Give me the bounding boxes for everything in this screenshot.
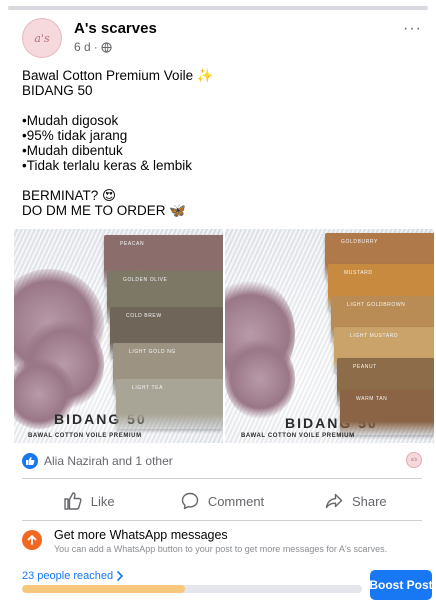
post-bullet: •95% tidak jarang	[22, 128, 128, 143]
product-photo-left[interactable]: PEACAN GOLDEN OLIVE COLD BREW LIGHT GOLD NG…	[14, 229, 223, 443]
reach-progress-bar	[22, 585, 362, 593]
boost-post-button[interactable]: Boost Post	[369, 570, 433, 600]
post-time[interactable]: 6 d	[74, 40, 91, 54]
share-icon	[325, 493, 343, 509]
thumbs-up-icon	[64, 492, 82, 510]
page-name[interactable]: A's scarves	[74, 20, 157, 37]
meta-separator: ·	[93, 40, 98, 54]
post-actions: Like Comment Share	[22, 486, 422, 516]
whatsapp-promo[interactable]: Get more WhatsApp messages You can add a…	[22, 528, 422, 558]
like-button[interactable]: Like	[22, 486, 155, 516]
swatch-label: GOLDBURRY	[341, 239, 378, 245]
people-reached-link[interactable]: 23 people reached	[22, 570, 124, 582]
reach-progress-fill	[22, 585, 186, 593]
share-label: Share	[351, 493, 387, 509]
swatch-label: WARM TAN	[356, 395, 388, 402]
swatch-label: PEANUT	[353, 364, 377, 371]
fabric-stack: PEACAN GOLDEN OLIVE COLD BREW LIGHT GOLD NG…	[104, 235, 223, 429]
post-text-line: BIDANG 50	[22, 83, 93, 98]
divider	[22, 520, 422, 521]
like-label: Like	[90, 493, 115, 509]
post-cta: DO DM ME TO ORDER 🦋	[22, 203, 187, 218]
comment-icon	[181, 492, 199, 510]
photo-subtitle: BAWAL COTTON VOILE PREMIUM	[28, 433, 142, 439]
promo-title: Get more WhatsApp messages	[54, 528, 228, 542]
post-photos: PEACAN GOLDEN OLIVE COLD BREW LIGHT GOLD NG…	[14, 229, 434, 443]
swatch-label: LIGHT MUSTARD	[350, 333, 399, 339]
post-text: Bawal Cotton Premium Voile ✨ BIDANG 50 •…	[22, 68, 422, 218]
divider	[22, 478, 422, 479]
reactor-avatar[interactable]: a's	[406, 452, 422, 468]
page-avatar[interactable]: a's	[22, 18, 62, 58]
arrow-up-icon	[22, 530, 42, 550]
fabric-stack: GOLDBURRY MUSTARD LIGHT GOLDBROWN LIGHT MUS…	[325, 233, 434, 435]
more-options-icon[interactable]: ···	[403, 20, 422, 38]
post-bullet: •Tidak terlalu keras & lembik	[22, 158, 193, 173]
comment-label: Comment	[207, 493, 265, 509]
chevron-right-icon	[117, 571, 124, 581]
swatch-label: LIGHT GOLDBROWN	[347, 301, 406, 308]
swatch-label: COLD BREW	[126, 313, 162, 319]
swatch-label: MUSTARD	[344, 270, 373, 277]
globe-icon	[101, 41, 112, 53]
swatch-label: LIGHT GOLD NG	[129, 349, 176, 355]
post-bullet: •Mudah dibentuk	[22, 143, 123, 158]
swatch-label: PEACAN	[120, 241, 145, 247]
photo-subtitle: BAWAL COTTON VOILE PREMIUM	[241, 433, 355, 439]
post-meta: 6 d ·	[74, 40, 112, 54]
top-divider	[8, 6, 428, 10]
swatch-label: LIGHT TEA	[132, 385, 164, 391]
post-bullet: •Mudah digosok	[22, 113, 119, 128]
reach-text: 23 people reached	[22, 570, 114, 582]
like-reaction-icon	[22, 453, 38, 469]
comment-button[interactable]: Comment	[155, 486, 288, 516]
reaction-summary[interactable]: Alia Nazirah and 1 other a's	[22, 452, 422, 470]
post-cta: BERMINAT? 😍	[22, 188, 117, 203]
reaction-text[interactable]: Alia Nazirah and 1 other	[44, 454, 173, 468]
post-text-line: Bawal Cotton Premium Voile ✨	[22, 68, 214, 83]
product-photo-right[interactable]: GOLDBURRY MUSTARD LIGHT GOLDBROWN LIGHT MUS…	[225, 229, 434, 443]
post-header: a's A's scarves 6 d · ···	[22, 18, 422, 58]
share-button[interactable]: Share	[289, 486, 422, 516]
promo-subtitle: You can add a WhatsApp button to your po…	[54, 544, 388, 554]
swatch-label: GOLDEN OLIVE	[123, 277, 168, 283]
